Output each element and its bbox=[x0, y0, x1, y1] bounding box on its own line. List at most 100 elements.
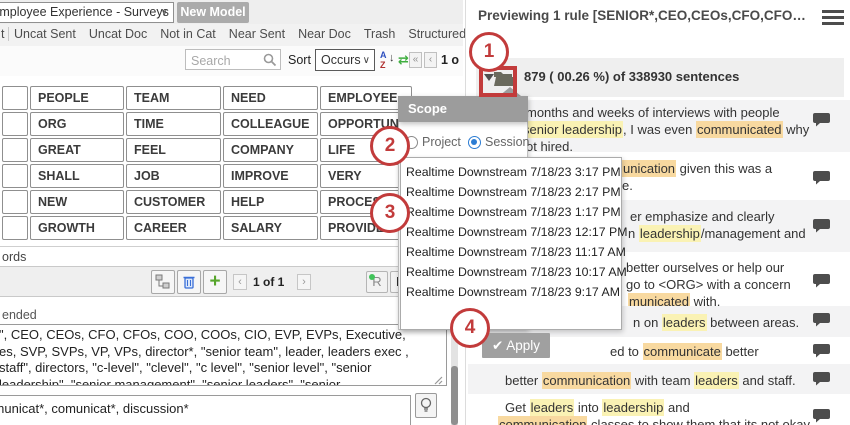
session-item[interactable]: Realtime Downstream 7/18/23 9:17 AM bbox=[401, 282, 621, 302]
grid-gutter-cell[interactable] bbox=[2, 216, 28, 240]
comment-icon[interactable] bbox=[813, 170, 831, 185]
page-next-button[interactable]: › bbox=[297, 274, 311, 290]
session-item[interactable]: Realtime Downstream 7/18/23 12:17 PM bbox=[401, 222, 621, 242]
top-bar: Employee Experience - Surveys I ∨ New Mo… bbox=[0, 0, 463, 24]
word-cell[interactable]: SHALL bbox=[30, 164, 124, 188]
radio-project-label[interactable]: Project bbox=[422, 135, 461, 149]
word-cell[interactable]: COLLEAGUE bbox=[223, 112, 318, 136]
recommended-toggle-button[interactable]: R bbox=[366, 271, 388, 293]
word-cell[interactable]: NEED bbox=[223, 86, 318, 110]
word-cell[interactable]: COMPANY bbox=[223, 138, 318, 162]
refresh-swap-icon[interactable]: ⇄ bbox=[398, 52, 409, 68]
word-cell[interactable]: FEEL bbox=[126, 138, 221, 162]
tab-not-in-cat[interactable]: Not in Cat bbox=[160, 27, 216, 41]
grid-gutter-cell[interactable] bbox=[2, 164, 28, 188]
rule-text-line: staff", directors, "c-level", "clevel", … bbox=[0, 360, 446, 377]
word-cell[interactable]: JOB bbox=[126, 164, 221, 188]
search-icon[interactable] bbox=[263, 53, 277, 67]
comment-icon[interactable] bbox=[813, 312, 831, 327]
trash-icon bbox=[182, 274, 196, 290]
page-prev-button[interactable]: ‹ bbox=[233, 274, 247, 290]
comment-icon[interactable] bbox=[813, 112, 831, 127]
tree-view-button[interactable] bbox=[151, 270, 175, 294]
session-item[interactable]: Realtime Downstream 7/18/23 10:17 AM bbox=[401, 262, 621, 282]
annotation-step-3: 3 bbox=[370, 193, 410, 233]
word-cell[interactable]: ORG bbox=[30, 112, 124, 136]
pager-first-button[interactable]: « bbox=[409, 52, 422, 68]
tab-near-sent[interactable]: Near Sent bbox=[229, 27, 285, 41]
app-screen: Employee Experience - Surveys I ∨ New Mo… bbox=[0, 0, 850, 425]
highlight-orange: unication bbox=[622, 160, 676, 177]
tab-structured[interactable]: Structured bbox=[408, 27, 466, 41]
highlight-orange: municated bbox=[628, 293, 690, 306]
new-model-button[interactable]: New Model bbox=[177, 2, 249, 23]
session-item[interactable]: Realtime Downstream 7/18/23 11:17 AM bbox=[401, 242, 621, 262]
comment-icon[interactable] bbox=[813, 408, 831, 423]
sentence-text: er emphasize and clearly bbox=[630, 209, 775, 224]
menu-button[interactable] bbox=[822, 10, 844, 25]
sentence-text: n on bbox=[633, 315, 662, 330]
word-cell[interactable]: CAREER bbox=[126, 216, 221, 240]
words-label-fragment: ords bbox=[2, 250, 26, 264]
word-cell[interactable]: GROWTH bbox=[30, 216, 124, 240]
tab-uncat-sent[interactable]: Uncat Sent bbox=[14, 27, 76, 41]
word-cell[interactable]: GREAT bbox=[30, 138, 124, 162]
sentence-text: with. bbox=[690, 294, 720, 306]
highlight-orange: communicated bbox=[696, 121, 783, 138]
session-item[interactable]: Realtime Downstream 7/18/23 1:17 PM bbox=[401, 202, 621, 222]
word-cell[interactable]: TIME bbox=[126, 112, 221, 136]
grid-gutter-cell[interactable] bbox=[2, 112, 28, 136]
tab-near-doc[interactable]: Near Doc bbox=[298, 27, 351, 41]
word-cell[interactable]: IMPROVE bbox=[223, 164, 318, 188]
add-button[interactable]: + bbox=[203, 270, 227, 294]
session-item[interactable]: Realtime Downstream 7/18/23 3:17 PM bbox=[401, 162, 621, 182]
sentence-text: /management and bbox=[701, 226, 806, 241]
comment-icon[interactable] bbox=[813, 273, 831, 288]
radio-session-label[interactable]: Session bbox=[485, 135, 529, 149]
comment-icon[interactable] bbox=[813, 371, 831, 386]
delete-button[interactable] bbox=[177, 270, 201, 294]
synonyms-textarea[interactable]: communicat*, comunicat*, discussion* bbox=[0, 395, 411, 425]
divider bbox=[0, 246, 463, 247]
word-cell[interactable]: CUSTOMER bbox=[126, 190, 221, 214]
grid-gutter-cell[interactable] bbox=[2, 190, 28, 214]
session-list: Realtime Downstream 7/18/23 3:17 PM Real… bbox=[400, 157, 622, 330]
word-cell[interactable]: TEAM bbox=[126, 86, 221, 110]
sentence-text: and bbox=[664, 400, 689, 415]
grid-gutter-cell[interactable] bbox=[2, 86, 28, 110]
word-cell[interactable]: SALARY bbox=[223, 216, 318, 240]
comment-icon[interactable] bbox=[813, 218, 831, 233]
word-cell[interactable]: HELP bbox=[223, 190, 318, 214]
resize-handle[interactable] bbox=[433, 375, 443, 385]
lightbulb-icon bbox=[420, 397, 432, 414]
sentence-text: given this was a bbox=[676, 161, 772, 176]
sort-az-icon[interactable]: A Z bbox=[380, 50, 389, 70]
annotation-step-4: 4 bbox=[450, 308, 490, 348]
suggest-button[interactable] bbox=[415, 393, 437, 418]
search-input[interactable] bbox=[189, 51, 263, 70]
tab-trash[interactable]: Trash bbox=[364, 27, 396, 41]
sentence-text: e. bbox=[622, 178, 633, 193]
word-cell[interactable]: NEW bbox=[30, 190, 124, 214]
model-select[interactable]: Employee Experience - Surveys I ∨ bbox=[0, 2, 174, 23]
comment-icon[interactable] bbox=[813, 343, 831, 358]
plus-icon: + bbox=[209, 271, 220, 292]
session-item[interactable]: Realtime Downstream 7/18/23 2:17 PM bbox=[401, 182, 621, 202]
sort-select[interactable]: Occurs ∨ bbox=[315, 49, 375, 71]
synonyms-text: communicat*, comunicat*, discussion* bbox=[0, 396, 410, 416]
apply-button[interactable]: ✔ Apply bbox=[482, 333, 550, 358]
rule-textarea[interactable]: ", CEO, CEOs, CFO, CFOs, COO, COOs, CIO,… bbox=[0, 324, 447, 386]
word-cell[interactable]: PEOPLE bbox=[30, 86, 124, 110]
pager-prev-button[interactable]: ‹ bbox=[424, 52, 437, 68]
sentence-row: Get leaders into leadership and communic… bbox=[468, 394, 850, 425]
scrollbar-thumb[interactable] bbox=[451, 366, 458, 425]
page-indicator: 1 of 1 bbox=[253, 275, 284, 289]
sentence-text: , I was even bbox=[623, 122, 696, 137]
radio-session[interactable] bbox=[468, 136, 481, 149]
tab-uncat-doc[interactable]: Uncat Doc bbox=[89, 27, 147, 41]
grid-gutter-cell[interactable] bbox=[2, 138, 28, 162]
green-dot-icon bbox=[369, 274, 375, 280]
sentence-text: better ourselves or help our bbox=[626, 260, 784, 275]
search-row: Sort Occurs ∨ A Z ↓ ⇄ « ‹ 1 o bbox=[0, 46, 463, 76]
hamburger-icon bbox=[822, 10, 844, 13]
